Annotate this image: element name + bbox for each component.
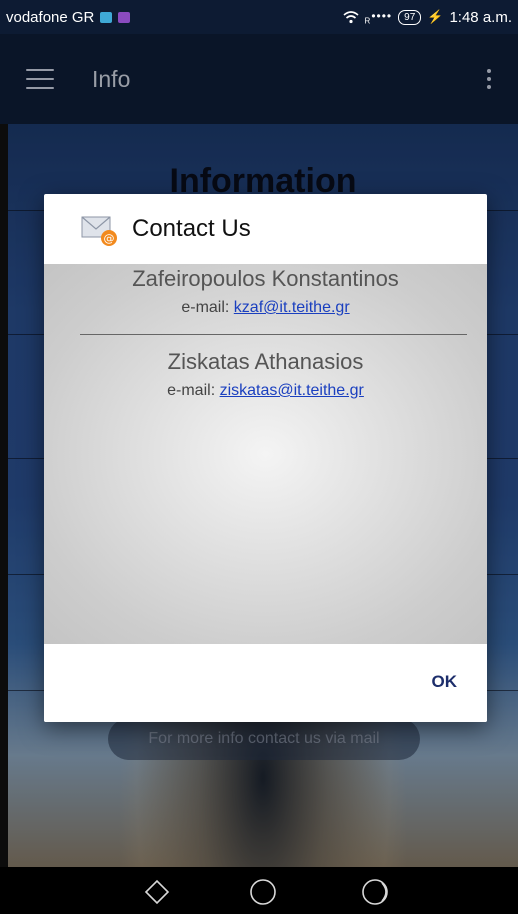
email-link[interactable]: kzaf@it.teithe.gr <box>234 299 350 316</box>
carrier-name: vodafone GR <box>6 8 95 26</box>
status-bar: vodafone GR R•••• 97 ⚡ 1:48 a.m. <box>0 0 518 34</box>
charging-icon: ⚡ <box>427 9 444 24</box>
svg-text:@: @ <box>104 232 115 245</box>
clock: 1:48 a.m. <box>449 8 512 26</box>
battery-icon: 97 <box>398 9 422 25</box>
dialog-footer: OK <box>44 644 487 722</box>
signal-indicator: R•••• <box>364 8 393 26</box>
contact-name: Ziskatas Athanasios <box>167 349 364 374</box>
contact-divider <box>80 334 467 335</box>
notification-gallery-icon <box>118 11 131 23</box>
dialog-header: @ Contact Us <box>44 194 487 264</box>
wifi-icon <box>343 11 359 24</box>
email-label: e-mail: <box>167 382 220 399</box>
contact-name: Zafeiropoulos Konstantinos <box>132 266 399 291</box>
home-icon[interactable] <box>248 877 278 907</box>
recents-icon[interactable] <box>360 877 394 907</box>
email-link[interactable]: ziskatas@it.teithe.gr <box>220 382 364 399</box>
dialog-body: Zafeiropoulos Konstantinos e-mail: kzaf@… <box>44 264 487 644</box>
notification-app-icon <box>100 11 113 23</box>
dialog-title: Contact Us <box>132 215 251 242</box>
navigation-bar <box>0 867 518 914</box>
contact-email-row: e-mail: kzaf@it.teithe.gr <box>44 299 487 317</box>
contact-email-row: e-mail: ziskatas@it.teithe.gr <box>44 382 487 400</box>
mail-icon: @ <box>81 216 117 246</box>
back-icon[interactable] <box>140 877 174 907</box>
contact-dialog: @ Contact Us Zafeiropoulos Konstantinos … <box>44 194 487 722</box>
ok-button[interactable]: OK <box>432 672 458 692</box>
email-label: e-mail: <box>181 299 234 316</box>
